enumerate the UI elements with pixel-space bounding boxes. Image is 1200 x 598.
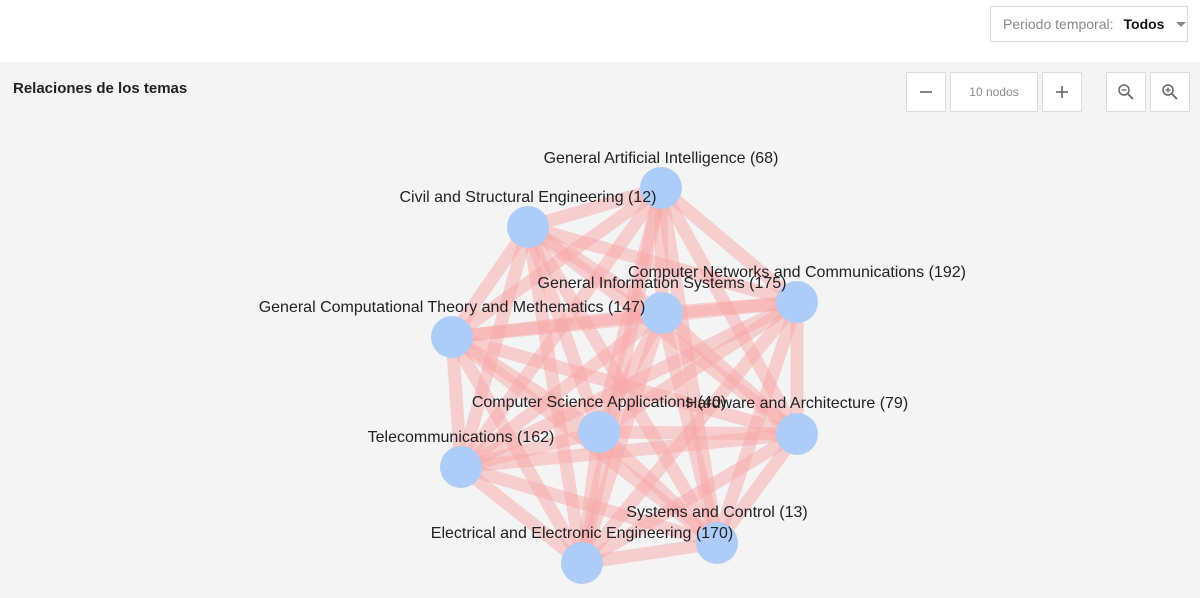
node-eee[interactable]	[561, 542, 603, 584]
node-label-gct: General Computational Theory and Methema…	[259, 299, 646, 316]
node-csa[interactable]	[578, 411, 620, 453]
node-cse[interactable]	[507, 206, 549, 248]
node-label-tel: Telecommunications (162)	[368, 429, 555, 446]
node-label-sac: Systems and Control (13)	[626, 504, 807, 521]
caret-down-icon	[1176, 21, 1187, 27]
node-tel[interactable]	[440, 446, 482, 488]
node-gis[interactable]	[641, 292, 683, 334]
node-gct[interactable]	[431, 316, 473, 358]
node-label-haa: Hardware and Architecture (79)	[686, 395, 908, 412]
node-label-eee: Electrical and Electronic Engineering (1…	[431, 525, 733, 542]
top-bar: Periodo temporal: Todos	[0, 0, 1200, 62]
node-label-gis: General Information Systems (175)	[538, 275, 787, 292]
period-label: Periodo temporal:	[1003, 16, 1114, 32]
topic-network-graph[interactable]: General Artificial Intelligence (68) Civi…	[0, 62, 1200, 598]
node-haa[interactable]	[776, 413, 818, 455]
node-label-gai: General Artificial Intelligence (68)	[544, 150, 779, 167]
period-select[interactable]: Periodo temporal: Todos	[990, 6, 1188, 42]
node-label-cse: Civil and Structural Engineering (12)	[399, 189, 656, 206]
period-value: Todos	[1123, 16, 1165, 32]
